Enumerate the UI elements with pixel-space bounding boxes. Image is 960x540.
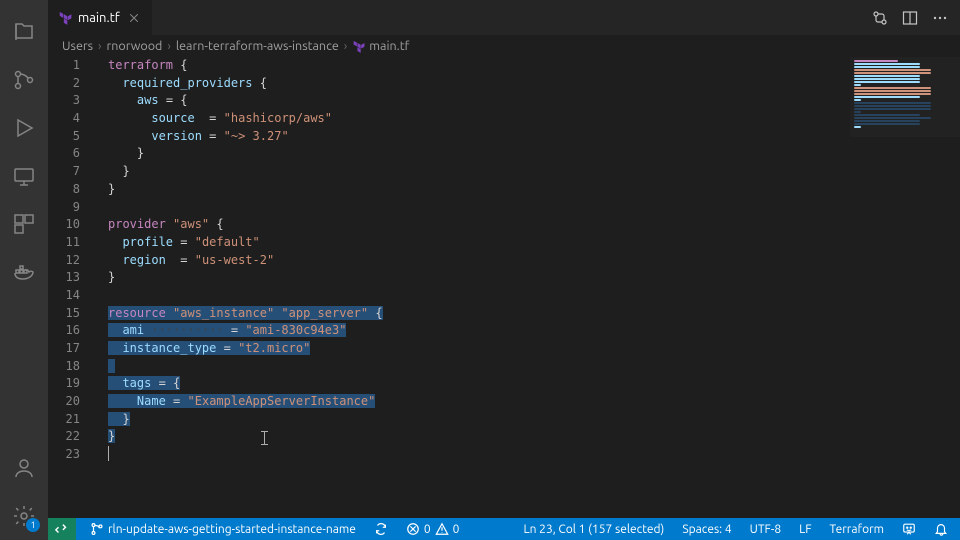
eol-status[interactable]: LF — [795, 518, 815, 540]
settings-badge: 1 — [26, 518, 40, 532]
indentation-status[interactable]: Spaces: 4 — [678, 518, 735, 540]
line-number: 8 — [48, 181, 80, 199]
code-line[interactable]: } — [98, 428, 850, 446]
code-line[interactable] — [98, 199, 850, 217]
code-content[interactable]: terraform { required_providers { aws = {… — [98, 57, 850, 518]
compare-changes-icon[interactable] — [872, 10, 888, 26]
code-line[interactable]: tags = { — [98, 375, 850, 393]
line-number: 15 — [48, 305, 80, 323]
accounts-icon[interactable] — [0, 444, 48, 492]
tab-filename: main.tf — [78, 11, 120, 25]
breadcrumbs: Users › rnorwood › learn-terraform-aws-i… — [48, 35, 960, 57]
code-line[interactable] — [98, 446, 850, 464]
code-line[interactable] — [98, 287, 850, 305]
line-number: 17 — [48, 340, 80, 358]
line-number: 9 — [48, 199, 80, 217]
git-branch-status[interactable]: rln-update-aws-getting-started-instance-… — [86, 518, 360, 540]
code-line[interactable]: region = "us-west-2" — [98, 252, 850, 270]
activity-bar: 1 — [0, 0, 48, 540]
line-number: 23 — [48, 446, 80, 464]
tab-close-icon[interactable] — [126, 10, 142, 26]
line-number: 19 — [48, 375, 80, 393]
line-number: 2 — [48, 75, 80, 93]
breadcrumb-filename: main.tf — [369, 39, 409, 53]
run-debug-icon[interactable] — [0, 104, 48, 152]
code-line[interactable]: } — [98, 181, 850, 199]
problems-status[interactable]: 0 0 — [402, 518, 464, 540]
warning-count: 0 — [453, 523, 460, 536]
line-number: 14 — [48, 287, 80, 305]
line-number-gutter: 1234567891011121314151617181920212223 — [48, 57, 98, 518]
explorer-icon[interactable] — [0, 8, 48, 56]
remote-explorer-icon[interactable] — [0, 152, 48, 200]
code-line[interactable]: } — [98, 411, 850, 429]
line-number: 7 — [48, 163, 80, 181]
editor-actions — [860, 0, 960, 35]
code-line[interactable]: required_providers { — [98, 75, 850, 93]
more-actions-icon[interactable] — [932, 10, 948, 26]
terraform-file-icon — [58, 11, 72, 25]
code-line[interactable]: ami ·········· = "ami-830c94e3" — [98, 322, 850, 340]
line-number: 11 — [48, 234, 80, 252]
chevron-right-icon: › — [98, 39, 102, 53]
code-line[interactable]: source = "hashicorp/aws" — [98, 110, 850, 128]
notifications-icon[interactable] — [930, 518, 952, 540]
breadcrumb-item[interactable]: learn-terraform-aws-instance — [176, 39, 339, 53]
line-number: 22 — [48, 428, 80, 446]
code-line[interactable]: } — [98, 269, 850, 287]
status-bar: rln-update-aws-getting-started-instance-… — [48, 518, 960, 540]
line-number: 5 — [48, 128, 80, 146]
tab-main-tf[interactable]: main.tf — [48, 0, 153, 35]
code-line[interactable]: profile = "default" — [98, 234, 850, 252]
code-line[interactable]: terraform { — [98, 57, 850, 75]
line-number: 1 — [48, 57, 80, 75]
minimap[interactable] — [850, 57, 960, 518]
breadcrumb-item[interactable]: Users — [62, 39, 93, 53]
split-editor-icon[interactable] — [902, 10, 918, 26]
docker-icon[interactable] — [0, 248, 48, 296]
code-line[interactable]: } — [98, 145, 850, 163]
code-line[interactable]: aws = { — [98, 92, 850, 110]
feedback-icon[interactable] — [898, 518, 920, 540]
cursor-position[interactable]: Ln 23, Col 1 (157 selected) — [519, 518, 668, 540]
minimap-slider[interactable] — [850, 57, 960, 137]
chevron-right-icon: › — [167, 39, 171, 53]
tab-bar: main.tf — [48, 0, 960, 35]
encoding-status[interactable]: UTF-8 — [746, 518, 785, 540]
code-editor[interactable]: 1234567891011121314151617181920212223 te… — [48, 57, 960, 518]
remote-indicator[interactable] — [48, 518, 76, 540]
extensions-icon[interactable] — [0, 200, 48, 248]
line-number: 16 — [48, 322, 80, 340]
sync-status[interactable] — [370, 518, 392, 540]
code-line[interactable]: resource "aws_instance" "app_server" { — [98, 305, 850, 323]
line-number: 3 — [48, 92, 80, 110]
chevron-right-icon: › — [344, 39, 348, 53]
source-control-icon[interactable] — [0, 56, 48, 104]
breadcrumb-item[interactable]: rnorwood — [107, 39, 163, 53]
line-number: 20 — [48, 393, 80, 411]
branch-name: rln-update-aws-getting-started-instance-… — [108, 523, 356, 536]
line-number: 10 — [48, 216, 80, 234]
code-line[interactable]: } — [98, 163, 850, 181]
error-count: 0 — [424, 523, 431, 536]
line-number: 13 — [48, 269, 80, 287]
breadcrumb-item[interactable]: main.tf — [352, 39, 409, 53]
line-number: 4 — [48, 110, 80, 128]
line-number: 6 — [48, 145, 80, 163]
code-line[interactable]: instance_type = "t2.micro" — [98, 340, 850, 358]
terraform-file-icon — [352, 40, 365, 53]
line-number: 18 — [48, 358, 80, 376]
language-mode[interactable]: Terraform — [826, 518, 888, 540]
line-number: 12 — [48, 252, 80, 270]
code-line[interactable] — [98, 358, 850, 376]
line-number: 21 — [48, 411, 80, 429]
code-line[interactable]: provider "aws" { — [98, 216, 850, 234]
code-line[interactable]: version = "~> 3.27" — [98, 128, 850, 146]
code-line[interactable]: Name = "ExampleAppServerInstance" — [98, 393, 850, 411]
settings-icon[interactable]: 1 — [0, 492, 48, 540]
